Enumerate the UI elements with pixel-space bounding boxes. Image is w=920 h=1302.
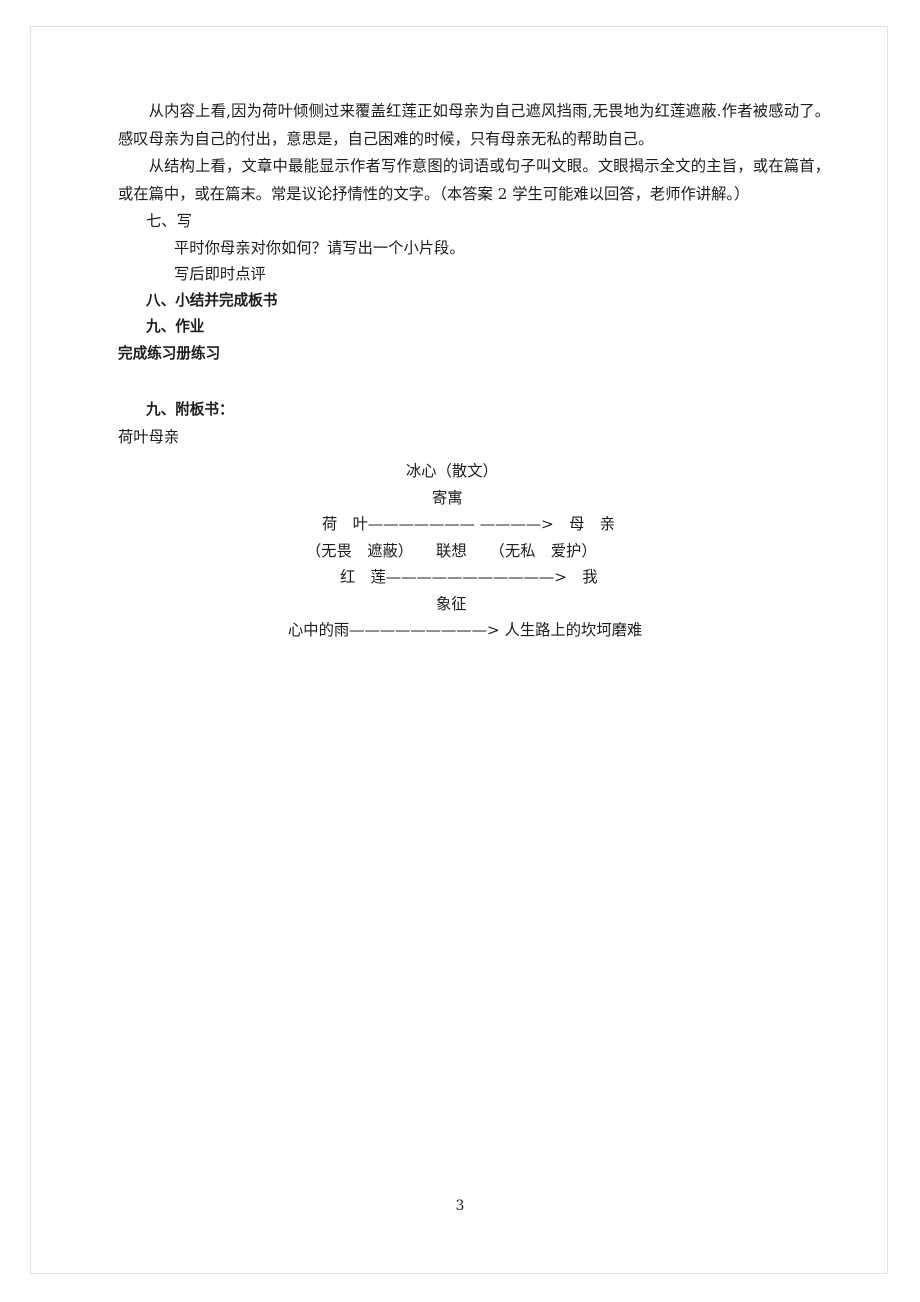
board-label-symbol: 象征 bbox=[436, 594, 467, 613]
board-spacer bbox=[118, 450, 830, 456]
outline-item-seven-write: 七、写 bbox=[146, 212, 192, 230]
board-arrow-redlotus-to-me: 红 莲———————————> 我 bbox=[340, 568, 598, 586]
board-heading-title: 荷叶母亲 bbox=[118, 427, 180, 446]
paragraph-content-analysis: 从内容上看,因为荷叶倾侧过来覆盖红莲正如母亲为自己遮风挡雨,无畏地为红莲遮蔽.作… bbox=[118, 102, 830, 148]
outline-item-instant-feedback: 写后即时点评 bbox=[174, 265, 266, 283]
board-label-jiyu: 寄寓 bbox=[432, 488, 463, 507]
blackboard-diagram: 冰心（散文） 寄寓 荷 叶——————— ————> 母 亲 （无畏 遮蔽） 联… bbox=[118, 458, 830, 644]
page-number: 3 bbox=[455, 1198, 465, 1214]
board-attributes-row: （无畏 遮蔽） 联想 （无私 爱护） bbox=[306, 541, 597, 560]
paragraph-structure-analysis: 从结构上看，文章中最能显示作者写作意图的词语或句子叫文眼。文眼揭示全文的主旨，或… bbox=[118, 157, 830, 203]
board-arrow-rain-to-hardship: 心中的雨—————————> 人生路上的坎坷磨难 bbox=[288, 621, 643, 639]
outline-item-eight-summary: 八、小结并完成板书 bbox=[146, 291, 278, 309]
outline-item-workbook-exercises: 完成练习册练习 bbox=[118, 344, 221, 362]
outline-item-nine-homework: 九、作业 bbox=[146, 318, 205, 335]
board-author-genre: 冰心（散文） bbox=[406, 462, 498, 480]
board-arrow-lotusleaf-to-mother: 荷 叶——————— ————> 母 亲 bbox=[322, 515, 616, 533]
outline-item-writing-prompt: 平时你母亲对你如何？请写出一个小片段。 bbox=[174, 238, 465, 257]
document-body: 从内容上看,因为荷叶倾侧过来覆盖红莲正如母亲为自己遮风挡雨,无畏地为红莲遮蔽.作… bbox=[118, 98, 830, 644]
board-heading-nine: 九、附板书： bbox=[146, 401, 234, 418]
